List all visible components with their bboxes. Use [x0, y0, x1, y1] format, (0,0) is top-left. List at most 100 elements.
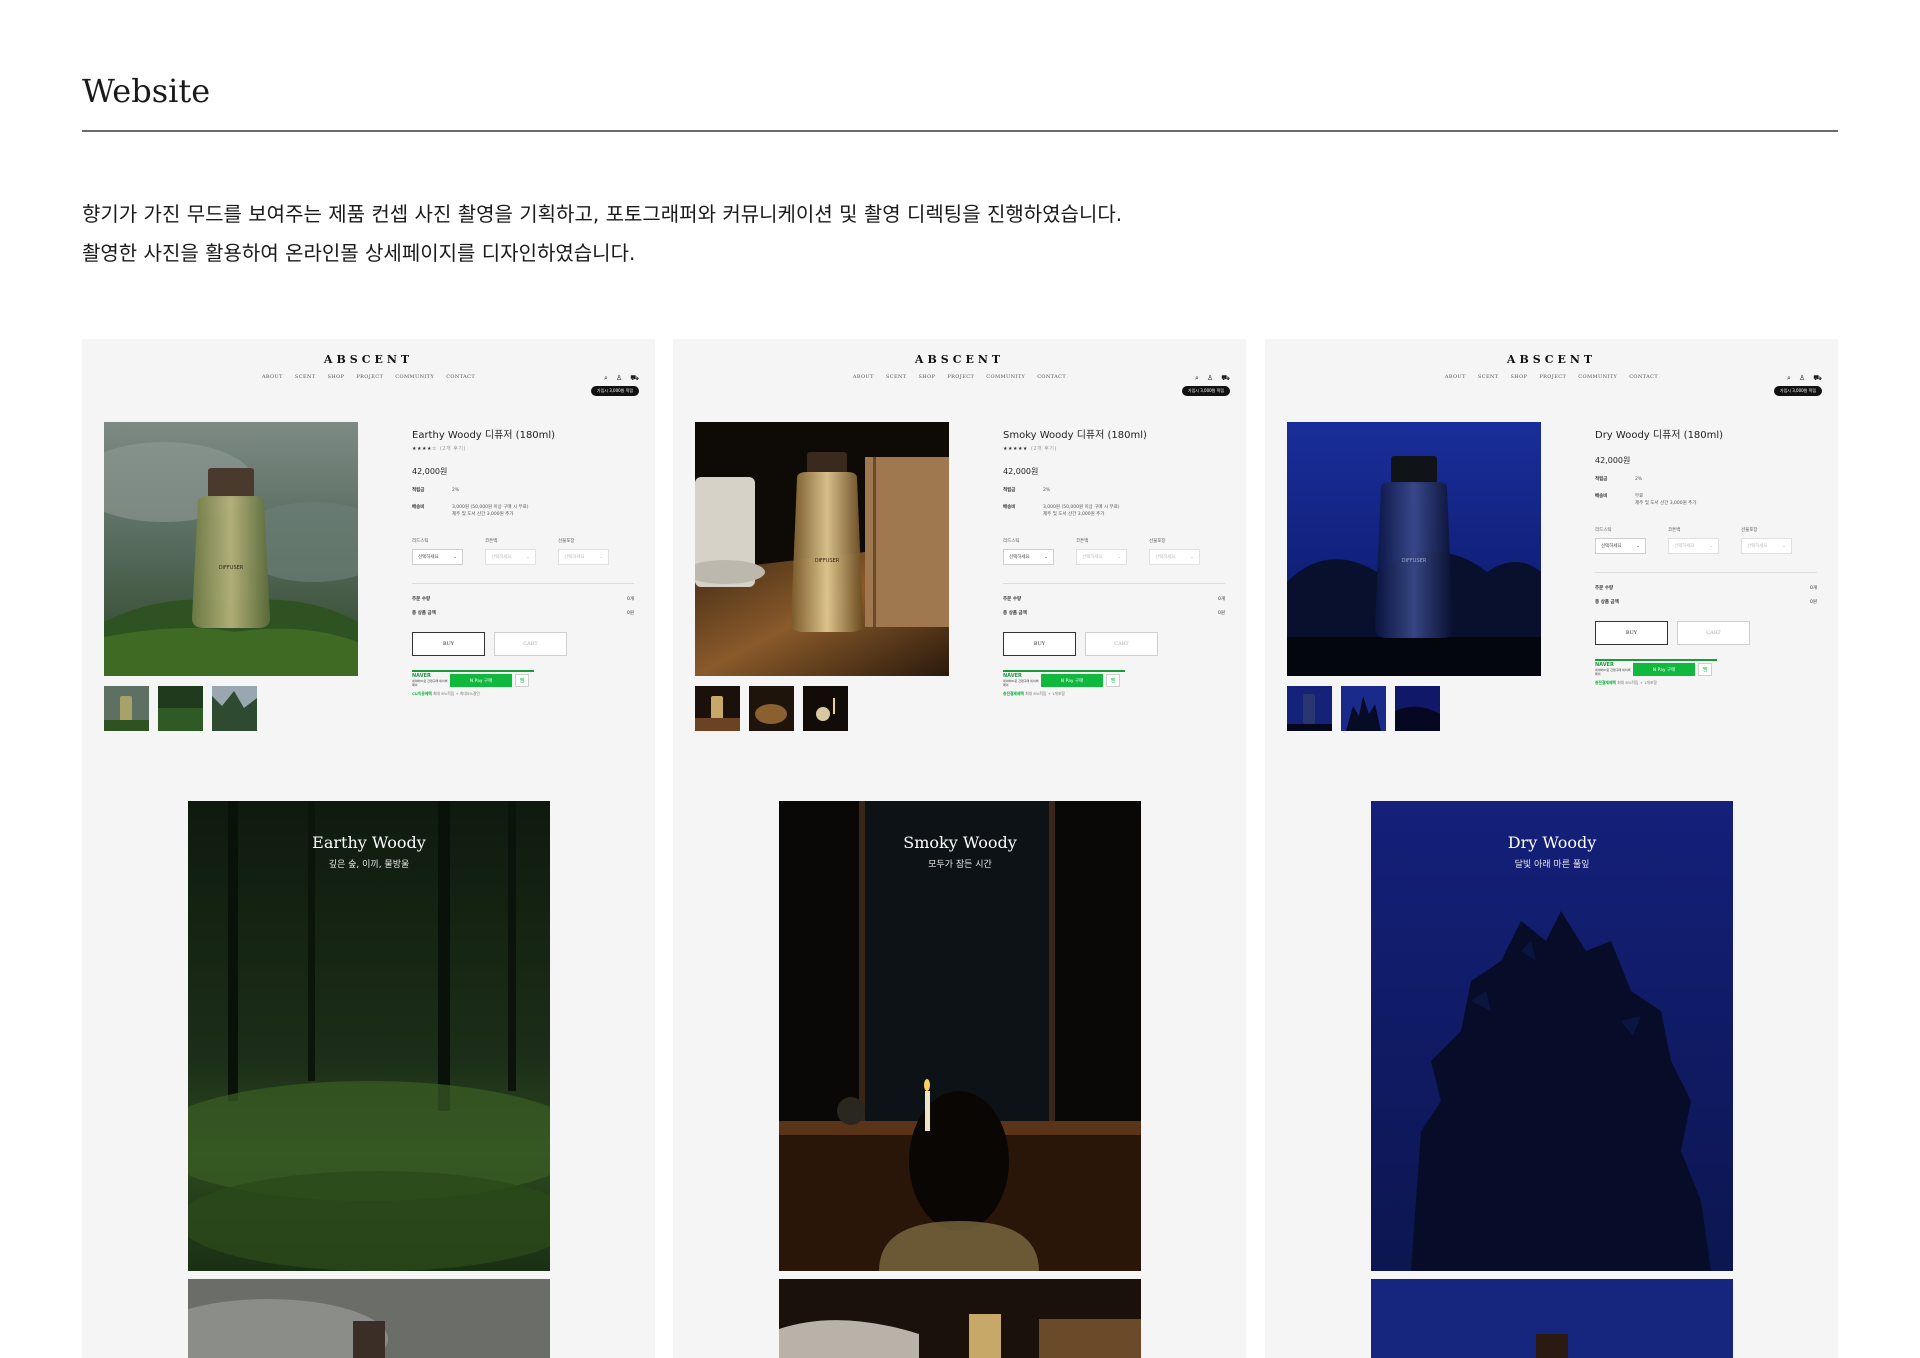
svg-text:DIFFUSER: DIFFUSER — [1402, 558, 1427, 564]
option-cotton-select[interactable]: 선택하세요 ⌄ — [1668, 538, 1719, 554]
detail-subtitle: 달빛 아래 마른 풀잎 — [1514, 860, 1590, 870]
thumbnail-3[interactable] — [803, 686, 848, 731]
brand-logo[interactable]: ABSCENT — [1265, 353, 1838, 366]
detail-title: Smoky Woody — [903, 833, 1017, 852]
benefit-highlight: CU이용혜택 — [412, 691, 432, 696]
user-icon[interactable]: ♙ — [1799, 374, 1805, 383]
user-icon[interactable]: ♙ — [616, 374, 622, 383]
nav-about[interactable]: ABOUT — [853, 374, 874, 380]
option-gift-select[interactable]: 선택하세요 ⌄ — [1149, 549, 1200, 565]
brand-logo[interactable]: ABSCENT — [82, 353, 655, 366]
signup-badge[interactable]: 가입시 3,000원 적립 — [1773, 386, 1822, 396]
nav-project[interactable]: PROJECT — [1539, 374, 1566, 380]
shipping-row: 배송비 3,000원 (50,000원 이상 구매 시 무료) 제주 및 도서 산간… — [412, 504, 634, 518]
svg-text:DIFFUSER: DIFFUSER — [815, 558, 840, 564]
option-reed-select[interactable]: 선택하세요 ⌄ — [412, 549, 463, 565]
naver-pay-widget: NAVER 네이버ID로 간편구매 네이버페이 N Pay 구매 찜 CU이용혜택… — [412, 670, 534, 697]
select-placeholder: 선택하세요 — [491, 555, 512, 560]
benefit-text: 최대 8%적립 + 1개포함 — [1025, 691, 1065, 696]
wishlist-button[interactable]: 찜 — [515, 674, 529, 687]
naver-logo: NAVER 네이버ID로 간편구매 네이버페이 — [1595, 663, 1633, 677]
nav-scent[interactable]: SCENT — [886, 374, 907, 380]
option-reed-select[interactable]: 선택하세요 ⌄ — [1003, 549, 1054, 565]
nav-contact[interactable]: CONTACT — [446, 374, 475, 380]
product-options: 리드스틱 선택하세요 ⌄ 코튼백 선택하세요 ⌄ 선물포장 선택하세요 ⌄ — [1595, 527, 1817, 554]
thumbnail-1[interactable] — [695, 686, 740, 731]
option-gift-select[interactable]: 선택하세요 ⌄ — [1741, 538, 1792, 554]
nav-community[interactable]: COMMUNITY — [986, 374, 1025, 380]
mockup-dry-woody: ABSCENT ABOUT SCENT SHOP PROJECT COMMUNI… — [1265, 339, 1838, 1358]
review-count[interactable]: (2개 후기) — [1031, 446, 1057, 452]
thumbnail-2[interactable] — [749, 686, 794, 731]
option-reed-select[interactable]: 선택하세요 ⌄ — [1595, 538, 1646, 554]
thumbnail-2[interactable] — [1341, 686, 1386, 731]
shipping-row: 배송비 3,000원 (50,000원 이상 구매 시 무료) 제주 및 도서 산간… — [1003, 504, 1225, 518]
cart-icon[interactable]: ⛟ — [1813, 374, 1822, 383]
buy-button[interactable]: BUY — [1595, 621, 1668, 645]
product-name: Smoky Woody 디퓨저 (180ml) — [1003, 430, 1147, 441]
shipping-text: 무료 — [1635, 494, 1644, 499]
naver-pay-button[interactable]: N Pay 구매 — [1041, 674, 1103, 687]
review-count[interactable]: (2개 후기) — [440, 446, 466, 452]
wishlist-button[interactable]: 찜 — [1698, 663, 1712, 676]
nav-community[interactable]: COMMUNITY — [1578, 374, 1617, 380]
shipping-value: 3,000원 (50,000원 이상 구매 시 무료) 제주 및 도서 산간 3,… — [452, 504, 634, 518]
thumbnail-1[interactable] — [1287, 686, 1332, 731]
nav-shop[interactable]: SHOP — [1511, 374, 1528, 380]
search-icon[interactable]: ⌕ — [1195, 374, 1199, 383]
nav-contact[interactable]: CONTACT — [1629, 374, 1658, 380]
select-placeholder: 선택하세요 — [1082, 555, 1103, 560]
signup-badge[interactable]: 가입시 3,000원 적립 — [590, 386, 639, 396]
buy-button[interactable]: BUY — [1003, 632, 1076, 656]
product-main-image: DIFFUSER — [1287, 422, 1541, 676]
shipping-extra: 제주 및 도서 산간 3,000원 추가 — [1043, 512, 1105, 517]
wishlist-button[interactable]: 찜 — [1106, 674, 1120, 687]
shipping-text: 3,000원 (50,000원 이상 구매 시 무료) — [1043, 505, 1120, 510]
search-icon[interactable]: ⌕ — [604, 374, 608, 383]
option-cotton-select[interactable]: 선택하세요 ⌄ — [485, 549, 536, 565]
detail-hero-image: Earthy Woody 깊은 숲, 이끼, 물방울 — [188, 801, 550, 1271]
rating-stars: ★★★★★ — [1003, 446, 1028, 452]
search-icon[interactable]: ⌕ — [1787, 374, 1791, 383]
naver-pay-button[interactable]: N Pay 구매 — [450, 674, 512, 687]
cart-icon[interactable]: ⛟ — [1221, 374, 1230, 383]
total-label: 총 상품 금액 — [1003, 611, 1027, 616]
nav-project[interactable]: PROJECT — [356, 374, 383, 380]
user-icon[interactable]: ♙ — [1207, 374, 1213, 383]
nav-shop[interactable]: SHOP — [919, 374, 936, 380]
nav-about[interactable]: ABOUT — [262, 374, 283, 380]
cart-icon[interactable]: ⛟ — [630, 374, 639, 383]
thumbnail-2[interactable] — [158, 686, 203, 731]
signup-badge[interactable]: 가입시 3,000원 적립 — [1181, 386, 1230, 396]
section-description: 향기가 가진 무드를 보여주는 제품 컨셉 사진 촬영을 기획하고, 포토그래퍼… — [82, 195, 1482, 273]
benefit-text: 최대 8%적립 + 최대5%결인 — [433, 691, 480, 696]
product-thumbnails — [104, 686, 257, 731]
qty-value: 0개 — [1809, 586, 1817, 591]
cart-button[interactable]: CART — [494, 632, 567, 656]
nav-shop[interactable]: SHOP — [328, 374, 345, 380]
naver-pay-button[interactable]: N Pay 구매 — [1633, 663, 1695, 676]
option-gift-label: 선물포장 — [558, 539, 575, 544]
thumbnail-3[interactable] — [212, 686, 257, 731]
order-qty-row: 주문 수량 0개 — [412, 596, 634, 602]
option-cotton-select[interactable]: 선택하세요 ⌄ — [1076, 549, 1127, 565]
option-gift-select[interactable]: 선택하세요 ⌄ — [558, 549, 609, 565]
detail-title: Earthy Woody — [312, 833, 426, 852]
total-value: 0원 — [1809, 600, 1817, 605]
website-mockups: ABSCENT ABOUT SCENT SHOP PROJECT COMMUNI… — [82, 339, 1838, 1358]
buy-button[interactable]: BUY — [412, 632, 485, 656]
nav-project[interactable]: PROJECT — [947, 374, 974, 380]
select-placeholder: 선택하세요 — [1674, 544, 1695, 549]
thumbnail-3[interactable] — [1395, 686, 1440, 731]
nav-about[interactable]: ABOUT — [1445, 374, 1466, 380]
shipping-row: 배송비 무료 제주 및 도서 산간 3,000원 추가 — [1595, 493, 1817, 507]
nav-scent[interactable]: SCENT — [295, 374, 316, 380]
select-placeholder: 선택하세요 — [1009, 555, 1030, 560]
cart-button[interactable]: CART — [1677, 621, 1750, 645]
brand-logo[interactable]: ABSCENT — [673, 353, 1246, 366]
nav-community[interactable]: COMMUNITY — [395, 374, 434, 380]
cart-button[interactable]: CART — [1085, 632, 1158, 656]
nav-contact[interactable]: CONTACT — [1037, 374, 1066, 380]
nav-scent[interactable]: SCENT — [1478, 374, 1499, 380]
thumbnail-1[interactable] — [104, 686, 149, 731]
